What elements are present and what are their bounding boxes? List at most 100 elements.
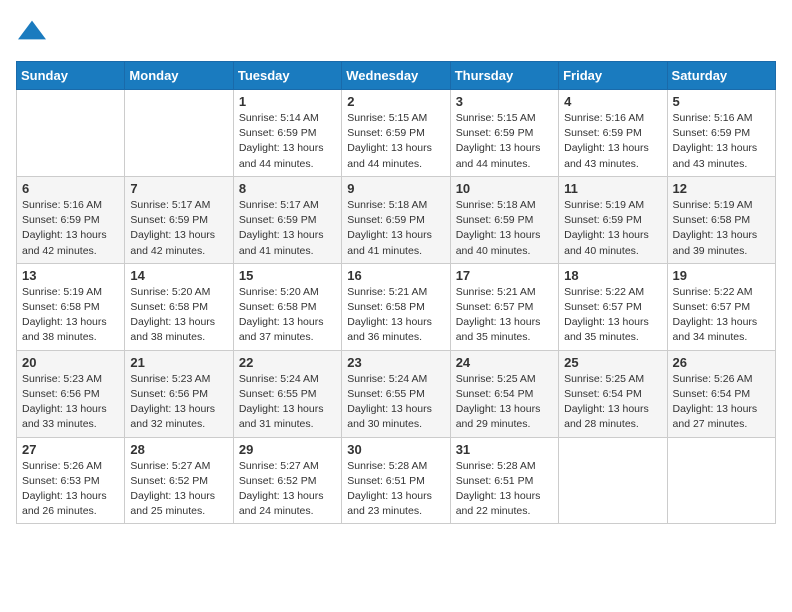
day-number: 16 [347,268,444,283]
day-info: Sunrise: 5:28 AMSunset: 6:51 PMDaylight:… [347,459,444,520]
day-number: 17 [456,268,553,283]
calendar-day-cell [559,437,667,524]
calendar-day-cell: 10 Sunrise: 5:18 AMSunset: 6:59 PMDayligh… [450,176,558,263]
calendar-day-cell: 28 Sunrise: 5:27 AMSunset: 6:52 PMDayligh… [125,437,233,524]
calendar-day-cell: 1 Sunrise: 5:14 AMSunset: 6:59 PMDaylight… [233,90,341,177]
day-info: Sunrise: 5:27 AMSunset: 6:52 PMDaylight:… [130,459,227,520]
calendar-week-row: 27 Sunrise: 5:26 AMSunset: 6:53 PMDayligh… [17,437,776,524]
day-of-week-header: Thursday [450,62,558,90]
day-number: 28 [130,442,227,457]
day-info: Sunrise: 5:26 AMSunset: 6:54 PMDaylight:… [673,372,770,433]
day-number: 26 [673,355,770,370]
calendar-day-cell: 9 Sunrise: 5:18 AMSunset: 6:59 PMDaylight… [342,176,450,263]
day-number: 24 [456,355,553,370]
calendar-day-cell: 5 Sunrise: 5:16 AMSunset: 6:59 PMDaylight… [667,90,775,177]
day-number: 5 [673,94,770,109]
day-info: Sunrise: 5:24 AMSunset: 6:55 PMDaylight:… [347,372,444,433]
day-info: Sunrise: 5:16 AMSunset: 6:59 PMDaylight:… [564,111,661,172]
calendar-week-row: 1 Sunrise: 5:14 AMSunset: 6:59 PMDaylight… [17,90,776,177]
calendar-day-cell: 25Sunrise: 5:25 AMSunset: 6:54 PMDayligh… [559,350,667,437]
day-info: Sunrise: 5:15 AMSunset: 6:59 PMDaylight:… [456,111,553,172]
calendar-day-cell [17,90,125,177]
day-info: Sunrise: 5:26 AMSunset: 6:53 PMDaylight:… [22,459,119,520]
day-info: Sunrise: 5:20 AMSunset: 6:58 PMDaylight:… [239,285,336,346]
calendar-day-cell: 13 Sunrise: 5:19 AMSunset: 6:58 PMDayligh… [17,263,125,350]
calendar-day-cell: 4 Sunrise: 5:16 AMSunset: 6:59 PMDaylight… [559,90,667,177]
day-number: 1 [239,94,336,109]
day-info: Sunrise: 5:21 AMSunset: 6:57 PMDaylight:… [456,285,553,346]
day-number: 21 [130,355,227,370]
day-number: 31 [456,442,553,457]
day-number: 27 [22,442,119,457]
day-info: Sunrise: 5:17 AMSunset: 6:59 PMDaylight:… [239,198,336,259]
day-of-week-header: Tuesday [233,62,341,90]
day-of-week-header: Wednesday [342,62,450,90]
calendar-day-cell: 19Sunrise: 5:22 AMSunset: 6:57 PMDayligh… [667,263,775,350]
day-info: Sunrise: 5:24 AMSunset: 6:55 PMDaylight:… [239,372,336,433]
day-number: 11 [564,181,661,196]
days-of-week-row: SundayMondayTuesdayWednesdayThursdayFrid… [17,62,776,90]
day-of-week-header: Saturday [667,62,775,90]
day-number: 12 [673,181,770,196]
day-info: Sunrise: 5:21 AMSunset: 6:58 PMDaylight:… [347,285,444,346]
day-info: Sunrise: 5:23 AMSunset: 6:56 PMDaylight:… [22,372,119,433]
day-info: Sunrise: 5:23 AMSunset: 6:56 PMDaylight:… [130,372,227,433]
day-number: 2 [347,94,444,109]
day-of-week-header: Friday [559,62,667,90]
calendar-day-cell: 7Sunrise: 5:17 AMSunset: 6:59 PMDaylight… [125,176,233,263]
calendar-week-row: 6 Sunrise: 5:16 AMSunset: 6:59 PMDaylight… [17,176,776,263]
day-number: 3 [456,94,553,109]
calendar-day-cell: 16 Sunrise: 5:21 AMSunset: 6:58 PMDayligh… [342,263,450,350]
calendar-day-cell: 2 Sunrise: 5:15 AMSunset: 6:59 PMDaylight… [342,90,450,177]
calendar-day-cell: 14Sunrise: 5:20 AMSunset: 6:58 PMDayligh… [125,263,233,350]
day-info: Sunrise: 5:20 AMSunset: 6:58 PMDaylight:… [130,285,227,346]
day-info: Sunrise: 5:15 AMSunset: 6:59 PMDaylight:… [347,111,444,172]
logo [16,16,46,49]
day-info: Sunrise: 5:18 AMSunset: 6:59 PMDaylight:… [456,198,553,259]
calendar-day-cell: 15 Sunrise: 5:20 AMSunset: 6:58 PMDayligh… [233,263,341,350]
calendar-day-cell: 18Sunrise: 5:22 AMSunset: 6:57 PMDayligh… [559,263,667,350]
day-number: 9 [347,181,444,196]
calendar-day-cell: 30 Sunrise: 5:28 AMSunset: 6:51 PMDayligh… [342,437,450,524]
calendar-day-cell: 6 Sunrise: 5:16 AMSunset: 6:59 PMDaylight… [17,176,125,263]
calendar-day-cell: 17 Sunrise: 5:21 AMSunset: 6:57 PMDayligh… [450,263,558,350]
day-info: Sunrise: 5:19 AMSunset: 6:58 PMDaylight:… [22,285,119,346]
day-info: Sunrise: 5:22 AMSunset: 6:57 PMDaylight:… [673,285,770,346]
day-info: Sunrise: 5:25 AMSunset: 6:54 PMDaylight:… [564,372,661,433]
day-number: 6 [22,181,119,196]
day-number: 30 [347,442,444,457]
calendar-day-cell [667,437,775,524]
day-info: Sunrise: 5:25 AMSunset: 6:54 PMDaylight:… [456,372,553,433]
calendar-day-cell: 29 Sunrise: 5:27 AMSunset: 6:52 PMDayligh… [233,437,341,524]
calendar-day-cell: 31Sunrise: 5:28 AMSunset: 6:51 PMDayligh… [450,437,558,524]
calendar-day-cell: 23Sunrise: 5:24 AMSunset: 6:55 PMDayligh… [342,350,450,437]
day-info: Sunrise: 5:16 AMSunset: 6:59 PMDaylight:… [22,198,119,259]
calendar-day-cell: 3 Sunrise: 5:15 AMSunset: 6:59 PMDaylight… [450,90,558,177]
calendar-table: SundayMondayTuesdayWednesdayThursdayFrid… [16,61,776,524]
calendar-day-cell [125,90,233,177]
day-info: Sunrise: 5:14 AMSunset: 6:59 PMDaylight:… [239,111,336,172]
calendar-day-cell: 22 Sunrise: 5:24 AMSunset: 6:55 PMDayligh… [233,350,341,437]
day-number: 10 [456,181,553,196]
day-info: Sunrise: 5:19 AMSunset: 6:58 PMDaylight:… [673,198,770,259]
page-header [16,16,776,49]
calendar-day-cell: 8 Sunrise: 5:17 AMSunset: 6:59 PMDaylight… [233,176,341,263]
calendar-day-cell: 12 Sunrise: 5:19 AMSunset: 6:58 PMDayligh… [667,176,775,263]
day-number: 8 [239,181,336,196]
day-info: Sunrise: 5:18 AMSunset: 6:59 PMDaylight:… [347,198,444,259]
day-number: 18 [564,268,661,283]
day-number: 13 [22,268,119,283]
day-of-week-header: Monday [125,62,233,90]
calendar-week-row: 13 Sunrise: 5:19 AMSunset: 6:58 PMDayligh… [17,263,776,350]
logo-icon [18,16,46,44]
day-number: 4 [564,94,661,109]
day-info: Sunrise: 5:16 AMSunset: 6:59 PMDaylight:… [673,111,770,172]
calendar-day-cell: 21 Sunrise: 5:23 AMSunset: 6:56 PMDayligh… [125,350,233,437]
day-info: Sunrise: 5:27 AMSunset: 6:52 PMDaylight:… [239,459,336,520]
calendar-day-cell: 20Sunrise: 5:23 AMSunset: 6:56 PMDayligh… [17,350,125,437]
day-of-week-header: Sunday [17,62,125,90]
calendar-day-cell: 27 Sunrise: 5:26 AMSunset: 6:53 PMDayligh… [17,437,125,524]
day-number: 29 [239,442,336,457]
day-number: 22 [239,355,336,370]
day-number: 15 [239,268,336,283]
